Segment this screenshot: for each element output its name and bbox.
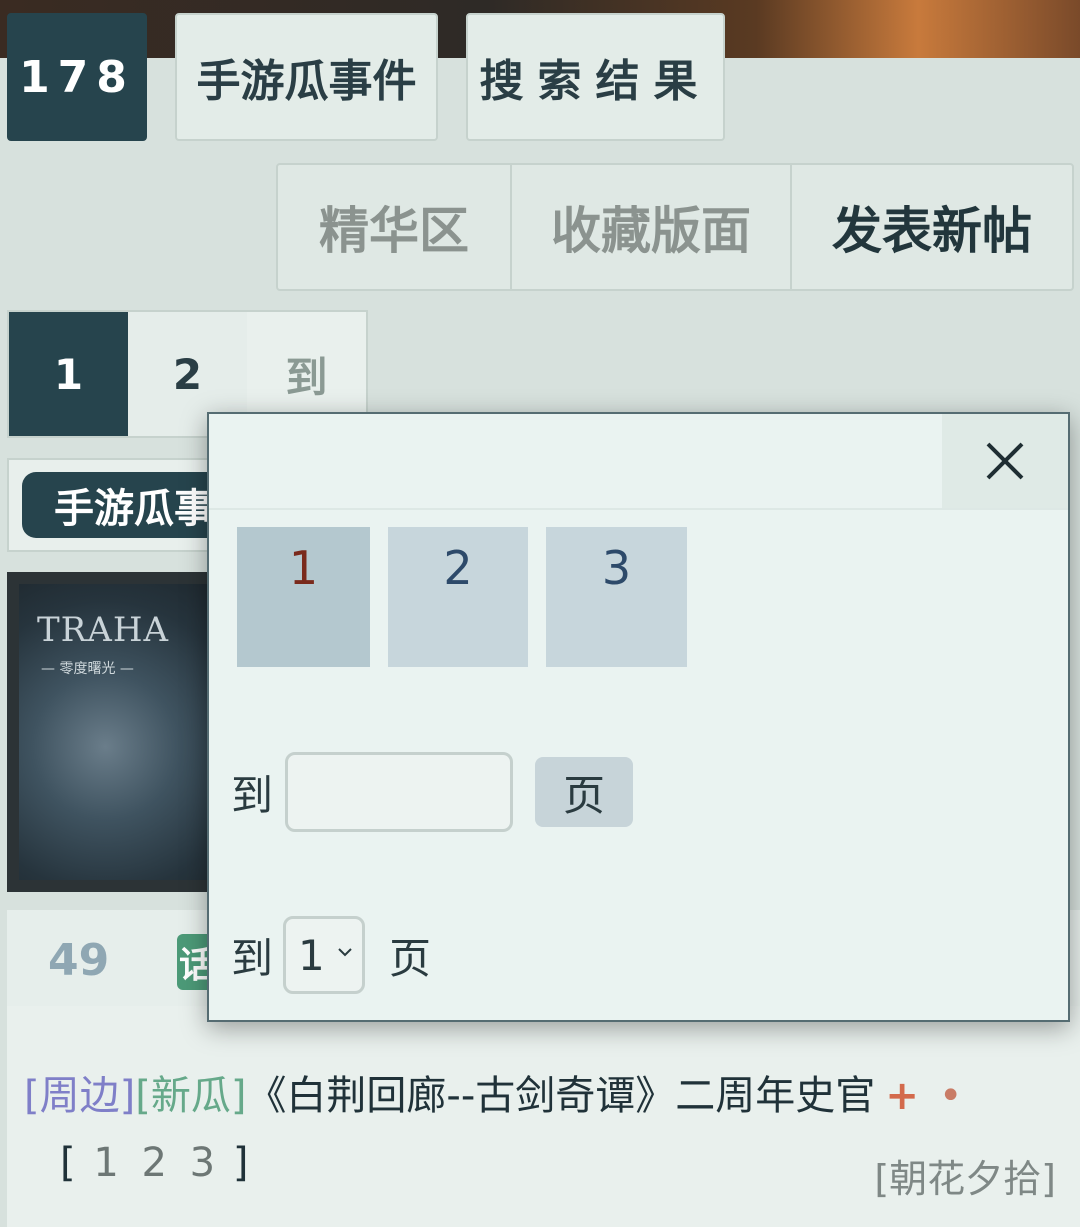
goto-select-row: 到 1 页 <box>231 916 431 994</box>
forum-tab[interactable]: 手游瓜事件 <box>175 13 438 141</box>
digest-button[interactable]: 精华区 <box>278 165 512 289</box>
post-page-link[interactable]: 1 <box>93 1140 118 1186</box>
page-tile-1[interactable]: 1 <box>237 527 370 667</box>
page-select[interactable]: 1 <box>283 916 366 994</box>
post-author[interactable]: [朝花夕拾] <box>874 1148 1056 1203</box>
banner-art: TRAHA — 零度曙光 — <box>19 584 235 880</box>
tag-peripheral[interactable]: [周边] <box>24 1073 135 1119</box>
search-results-tab[interactable]: 搜索结果 <box>466 13 725 141</box>
goto-input-row: 到 页 <box>231 752 634 832</box>
post-page-link[interactable]: 3 <box>190 1140 215 1186</box>
page-tiles: 1 2 3 <box>237 527 687 667</box>
plus-icon: + <box>885 1073 919 1119</box>
select-prefix-label: 到 <box>231 933 274 983</box>
dialog-header <box>209 414 1068 510</box>
favorite-board-button[interactable]: 收藏版面 <box>512 165 792 289</box>
tag-new[interactable]: [新瓜] <box>135 1073 246 1119</box>
new-post-button[interactable]: 发表新帖 <box>792 165 1072 289</box>
bracket-open: [ <box>60 1140 76 1186</box>
site-home-tab[interactable]: 178 <box>7 13 147 141</box>
goto-page-dialog: 1 2 3 到 页 到 1 页 <box>207 412 1070 1022</box>
select-value: 1 <box>298 930 325 980</box>
banner-logo: TRAHA <box>37 610 170 650</box>
banner-subtitle: — 零度曙光 — <box>41 661 134 677</box>
post-title[interactable]: [周边][新瓜]《白荆回廊--古剑奇谭》二周年史官 + • <box>24 1063 962 1121</box>
go-button[interactable]: 页 <box>535 757 634 827</box>
select-suffix-label: 页 <box>389 933 432 983</box>
close-icon <box>986 442 1024 480</box>
page-tile-2[interactable]: 2 <box>388 527 528 667</box>
page-number-input[interactable] <box>285 752 514 832</box>
forum-actions-bar: 精华区 收藏版面 发表新帖 <box>276 163 1074 291</box>
chevron-down-icon <box>338 948 352 957</box>
bracket-close: ] <box>232 1140 249 1186</box>
post-page-link[interactable]: 2 <box>142 1140 167 1186</box>
reply-count: 49 <box>48 935 110 986</box>
page-tile-3[interactable]: 3 <box>546 527 687 667</box>
post-pages: [ 1 2 3 ] <box>60 1140 248 1186</box>
dot-icon: • <box>938 1073 963 1119</box>
goto-label: 到 <box>231 770 274 820</box>
post-title-text[interactable]: 《白荆回廊--古剑奇谭》二周年史官 <box>246 1073 875 1119</box>
close-button[interactable] <box>942 414 1068 508</box>
page-link-1[interactable]: 1 <box>9 312 128 436</box>
